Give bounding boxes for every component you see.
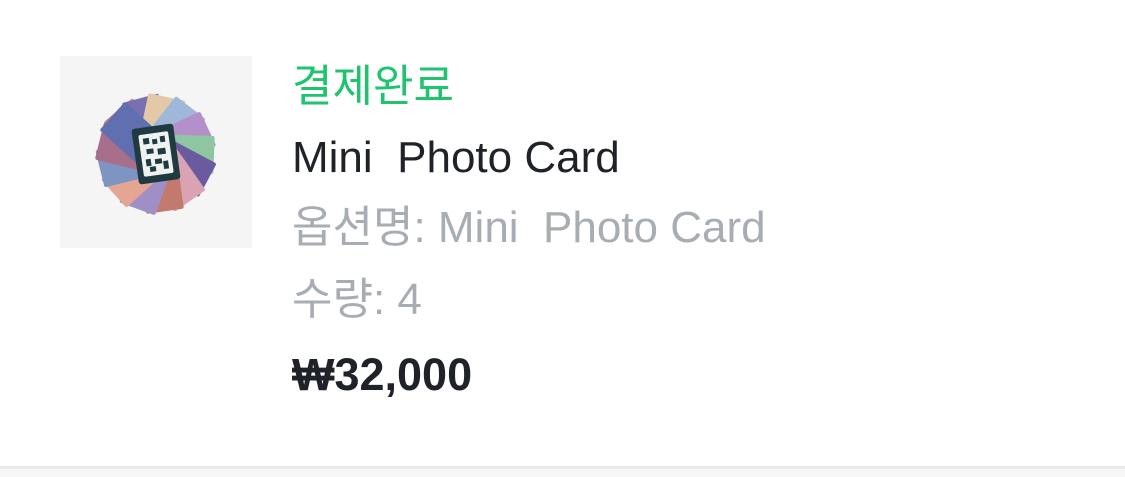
quantity: 수량: 4	[292, 275, 422, 324]
price: ₩32,000	[292, 349, 473, 400]
order-item-info: 결제완료 Mini Photo Card 옵션명: Mini Photo Car…	[292, 58, 1085, 404]
photo-card-fan-image	[95, 93, 216, 215]
option-name: 옵션명: Mini Photo Card	[292, 203, 766, 252]
section-gap	[0, 469, 1125, 477]
payment-status: 결제완료	[292, 62, 454, 111]
product-thumbnail[interactable]	[60, 56, 252, 248]
product-name[interactable]: Mini Photo Card	[292, 129, 1085, 187]
order-item[interactable]: 결제완료 Mini Photo Card 옵션명: Mini Photo Car…	[0, 0, 1125, 466]
